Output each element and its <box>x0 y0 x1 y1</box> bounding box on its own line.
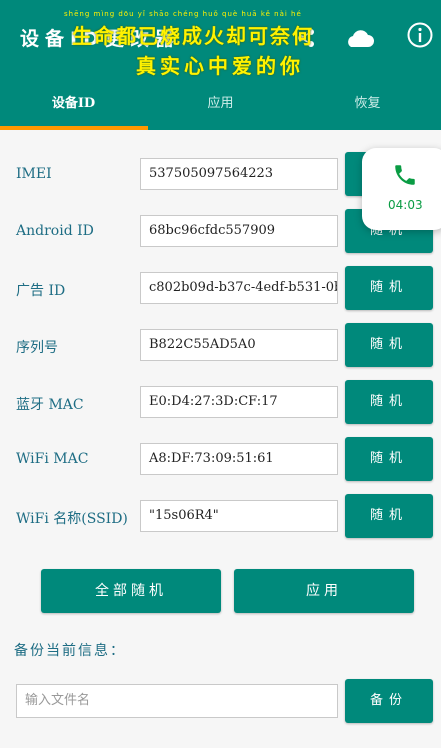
wifi-mac-field[interactable]: A8:DF:73:09:51:61 <box>140 443 338 475</box>
ad-id-field[interactable]: c802b09d-b37c-4edf-b531-0b <box>140 272 338 304</box>
cloud-icon[interactable] <box>344 30 374 48</box>
imei-label: IMEI <box>16 166 52 182</box>
ad-id-random-button[interactable]: 随机 <box>345 266 433 310</box>
info-icon[interactable] <box>407 22 433 48</box>
backup-section-label: 备份当前信息： <box>14 643 126 659</box>
phone-icon <box>395 165 415 185</box>
imei-field[interactable]: 537505097564223 <box>140 158 338 190</box>
wifi-mac-label: WiFi MAC <box>16 451 89 467</box>
ad-id-label: 广告 ID <box>16 283 66 299</box>
tab-indicator <box>0 126 148 130</box>
apply-button[interactable]: 应用 <box>234 569 414 613</box>
lyrics-pinyin: shēng mìng dōu yǐ shāo chéng huǒ què huā… <box>64 10 302 18</box>
app-bar: 设备ID更改器 shēng mìng dōu yǐ shāo chéng huǒ… <box>0 0 441 78</box>
tab-bar: 设备ID 应用 恢复 <box>0 78 441 130</box>
lyrics-overlay-line2: 真实心中爱的你 <box>136 54 304 78</box>
serial-field[interactable]: B822C55AD5A0 <box>140 329 338 361</box>
wifi-mac-random-button[interactable]: 随机 <box>345 437 433 481</box>
wifi-ssid-random-button[interactable]: 随机 <box>345 494 433 538</box>
call-floating-widget[interactable]: 04:03 <box>362 148 441 230</box>
wifi-ssid-label: WiFi 名称(SSID) <box>16 511 128 527</box>
bluetooth-mac-field[interactable]: E0:D4:27:3D:CF:17 <box>140 386 338 418</box>
lyrics-overlay-line1: 生命都已烧成火却可奈何 <box>72 24 314 48</box>
bluetooth-mac-label: 蓝牙 MAC <box>16 397 84 413</box>
tab-apply[interactable]: 应用 <box>147 78 294 130</box>
android-id-field[interactable]: 68bc96cfdc557909 <box>140 215 338 247</box>
tab-restore[interactable]: 恢复 <box>294 78 441 130</box>
android-id-label: Android ID <box>16 223 94 239</box>
backup-button[interactable]: 备份 <box>345 679 433 723</box>
serial-random-button[interactable]: 随机 <box>345 323 433 367</box>
bluetooth-mac-random-button[interactable]: 随机 <box>345 380 433 424</box>
filename-input[interactable]: 输入文件名 <box>16 684 338 718</box>
wifi-ssid-field[interactable]: "15s06R4" <box>140 500 338 532</box>
call-timer: 04:03 <box>388 198 423 212</box>
serial-label: 序列号 <box>16 340 58 356</box>
tab-device-id[interactable]: 设备ID <box>0 78 147 130</box>
random-all-button[interactable]: 全部随机 <box>41 569 221 613</box>
